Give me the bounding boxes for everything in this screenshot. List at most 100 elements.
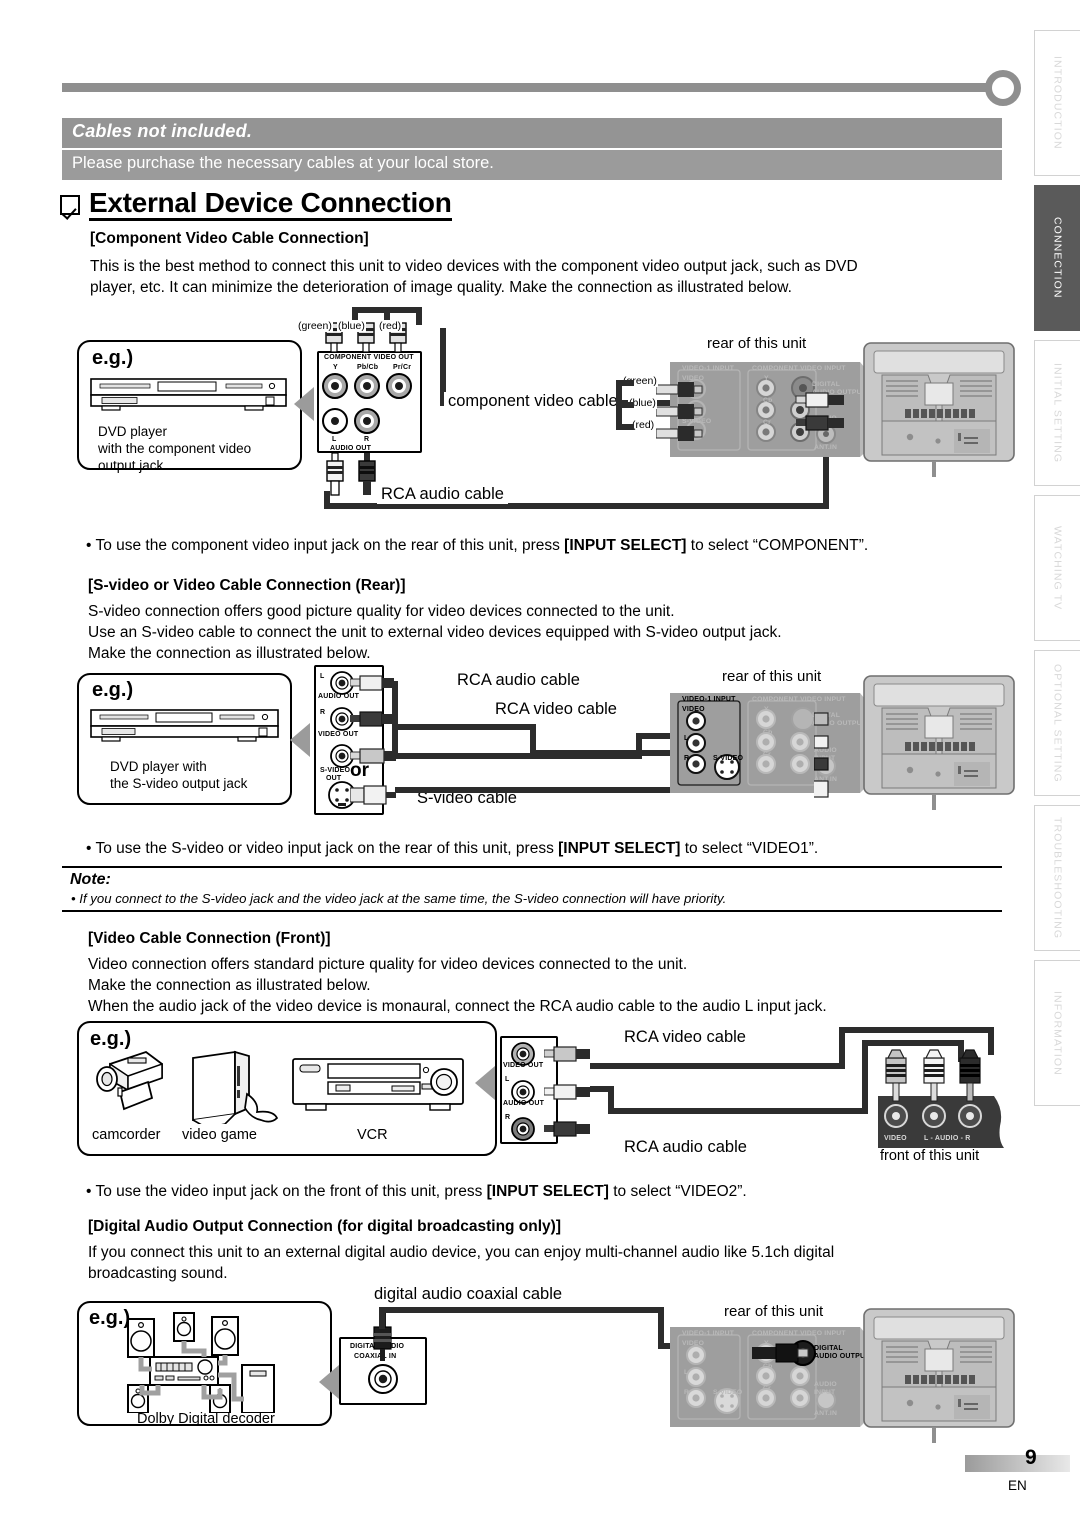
fig2-rear-y-label: Y (764, 706, 769, 713)
fig1-eg-label: e.g.) (92, 347, 134, 369)
page-language: EN (1008, 1478, 1027, 1493)
bullet-component-key: [INPUT SELECT] (564, 537, 687, 554)
fig1-rear-digital-l1: DIGITAL (812, 381, 841, 388)
tab-initial-setting[interactable]: INITIAL SETTING (1034, 340, 1080, 486)
tab-information[interactable]: INFORMATION (1034, 960, 1080, 1106)
fig2-rear-l-label: L (684, 735, 689, 742)
fig4-coax-rear-plug (752, 1343, 809, 1363)
bullet-component-post: to select “COMPONENT”. (686, 537, 869, 554)
section-title-component: [Component Video Cable Connection] (90, 230, 369, 247)
fig2-tv-rear-illustration (863, 675, 1015, 810)
fig3-wire-video-2 (839, 1033, 845, 1069)
fig1-src-prcr-label: Pr/Cr (393, 364, 412, 371)
tab-initial-setting-label: INITIAL SETTING (1051, 362, 1064, 464)
fig1-src-component-label: COMPONENT VIDEO OUT (324, 354, 414, 361)
fig2-wire-a (392, 681, 398, 759)
fig4-tv-rear-illustration (863, 1308, 1015, 1443)
fig1-rear-audio-plugs (795, 392, 844, 431)
tab-watching-tv-label: WATCHING TV (1051, 525, 1064, 611)
fig3-label-video-cable: RCA video cable (624, 1028, 746, 1046)
fig1-src-l-label: L (332, 436, 337, 443)
fig3-wire-audio-5 (862, 1040, 964, 1046)
fig1-src-pbcb-label: Pb/Cb (357, 364, 379, 371)
fig1-rear-component-label: COMPONENT VIDEO INPUT (752, 365, 846, 372)
fig3-videogame-illustration (192, 1050, 279, 1124)
fig1-rear-cr-label: Cr (763, 419, 771, 426)
fig3-camcorder-label: camcorder (92, 1127, 161, 1143)
section-title-front: [Video Cable Connection (Front)] (88, 930, 331, 947)
fig3-front-label: front of this unit (880, 1148, 980, 1164)
fig2-rear-r-label: R (684, 755, 690, 762)
fig2-device-caption-l2: the S-video output jack (110, 776, 248, 791)
section-body-digital-l1: If you connect this unit to an external … (88, 1244, 835, 1261)
fig3-wire-audio-4 (862, 1040, 868, 1114)
figure-svideo-connection: e.g.) DVD player with the S-video output… (62, 665, 1015, 825)
fig1-device-caption-l3: output jack (98, 458, 164, 473)
fig1-src-r-label: R (364, 436, 370, 443)
fig1-src-audio-label: AUDIO OUT (330, 445, 372, 452)
tab-troubleshooting-label: TROUBLESHOOTING (1051, 816, 1064, 940)
fig1-plug-color-green: (green) (297, 320, 333, 332)
page-number: 9 (1025, 1446, 1037, 1469)
fig2-rear-svideo-label: S-VIDEO (713, 755, 744, 762)
section-body-svideo-l1: S-video connection offers good picture q… (88, 603, 675, 620)
bullet-front-key: [INPUT SELECT] (486, 1183, 609, 1200)
fig4-home-theater-illustration (127, 1312, 275, 1413)
cables-banner-title: Cables not included. (72, 121, 253, 141)
fig1-rear-video1-label: VIDEO-1 INPUT (682, 365, 735, 372)
section-body-front-l1: Video connection offers standard picture… (88, 956, 688, 973)
tab-connection[interactable]: CONNECTION (1034, 185, 1080, 331)
tab-introduction-label: INTRODUCTION (1051, 56, 1064, 150)
fig1-rear-cb-label: Cb (763, 397, 773, 404)
fig2-arrow-icon (290, 723, 310, 757)
fig4-coax-plug-and-jack (368, 1307, 398, 1394)
page-title-text: External Device Connection (89, 188, 452, 222)
fig4-decoder-caption: Dolby Digital decoder (137, 1411, 275, 1427)
fig2-rear-video1-label: VIDEO-1 INPUT (682, 696, 736, 703)
fig4-rear-r-label: R (684, 1389, 690, 1396)
fig1-rear-label: rear of this unit (707, 335, 807, 352)
fig1-label-component-cable: component video cable (444, 392, 622, 411)
fig4-wire-2 (379, 1307, 664, 1313)
tab-watching-tv[interactable]: WATCHING TV (1034, 495, 1080, 641)
cables-banner-sub: Please purchase the necessary cables at … (62, 150, 1002, 180)
fig4-rear-audio-in-l2: INPUT (814, 1389, 836, 1396)
fig3-src-l-label: L (505, 1076, 510, 1083)
fig1-rear-color-red: (red) (631, 419, 656, 431)
fig2-eg-label: e.g.) (92, 679, 134, 701)
fig1-plug-color-blue: (blue) (337, 320, 366, 332)
fig3-src-audioout-label: AUDIO OUT (503, 1100, 545, 1107)
bullet-component-pre: • To use the component video input jack … (86, 537, 565, 554)
fig2-device-caption-l1: DVD player with (110, 759, 207, 774)
bullet-svideo-key: [INPUT SELECT] (558, 840, 681, 857)
bullet-svideo: • To use the S-video or video input jack… (86, 840, 818, 858)
fig1-device-caption-l2: with the component video (98, 441, 252, 456)
fig4-rear-label: rear of this unit (724, 1303, 824, 1320)
fig2-label-video-cable: RCA video cable (495, 700, 617, 718)
tab-introduction[interactable]: INTRODUCTION (1034, 30, 1080, 176)
fig1-plug-color-red: (red) (378, 320, 403, 332)
note-title: Note: (70, 871, 111, 888)
figure-front-connection: e.g.) camcorder video game VCR VIDEO OUT… (62, 1018, 1012, 1168)
fig4-rear-svideo-label: S-VIDEO (713, 1389, 743, 1396)
fig2-rear-cr-label: Cr (763, 751, 771, 758)
fig4-rear-ant-label: ANT.IN (814, 1410, 838, 1417)
fig1-tv-rear-illustration (863, 342, 1015, 477)
fig2-wire-e (396, 724, 536, 730)
checkbox-icon (60, 194, 80, 215)
fig4-arrow-icon (319, 1365, 339, 1399)
footer-bar (965, 1455, 1070, 1472)
tab-troubleshooting[interactable]: TROUBLESHOOTING (1034, 805, 1080, 951)
side-tab-strip: INTRODUCTION CONNECTION INITIAL SETTING … (1034, 30, 1080, 1115)
fig1-src-y-label: Y (333, 364, 338, 371)
fig1-rear-bus-g (616, 380, 634, 386)
figure-digital-audio-connection: e.g.) Dolby Digital decoder DIGITAL AUDI… (62, 1285, 1015, 1443)
fig1-rear-y-label: Y (764, 375, 769, 382)
header-ring-decoration (985, 70, 1021, 106)
tab-optional-setting[interactable]: OPTIONAL SETTING (1034, 650, 1080, 796)
fig2-rear-component-label: COMPONENT VIDEO INPUT (752, 696, 846, 703)
tab-optional-setting-label: OPTIONAL SETTING (1051, 663, 1064, 783)
note-text: • If you connect to the S-video jack and… (71, 891, 727, 906)
fig1-arrow-icon (294, 387, 314, 421)
fig1-rear-bus-r (616, 424, 634, 430)
